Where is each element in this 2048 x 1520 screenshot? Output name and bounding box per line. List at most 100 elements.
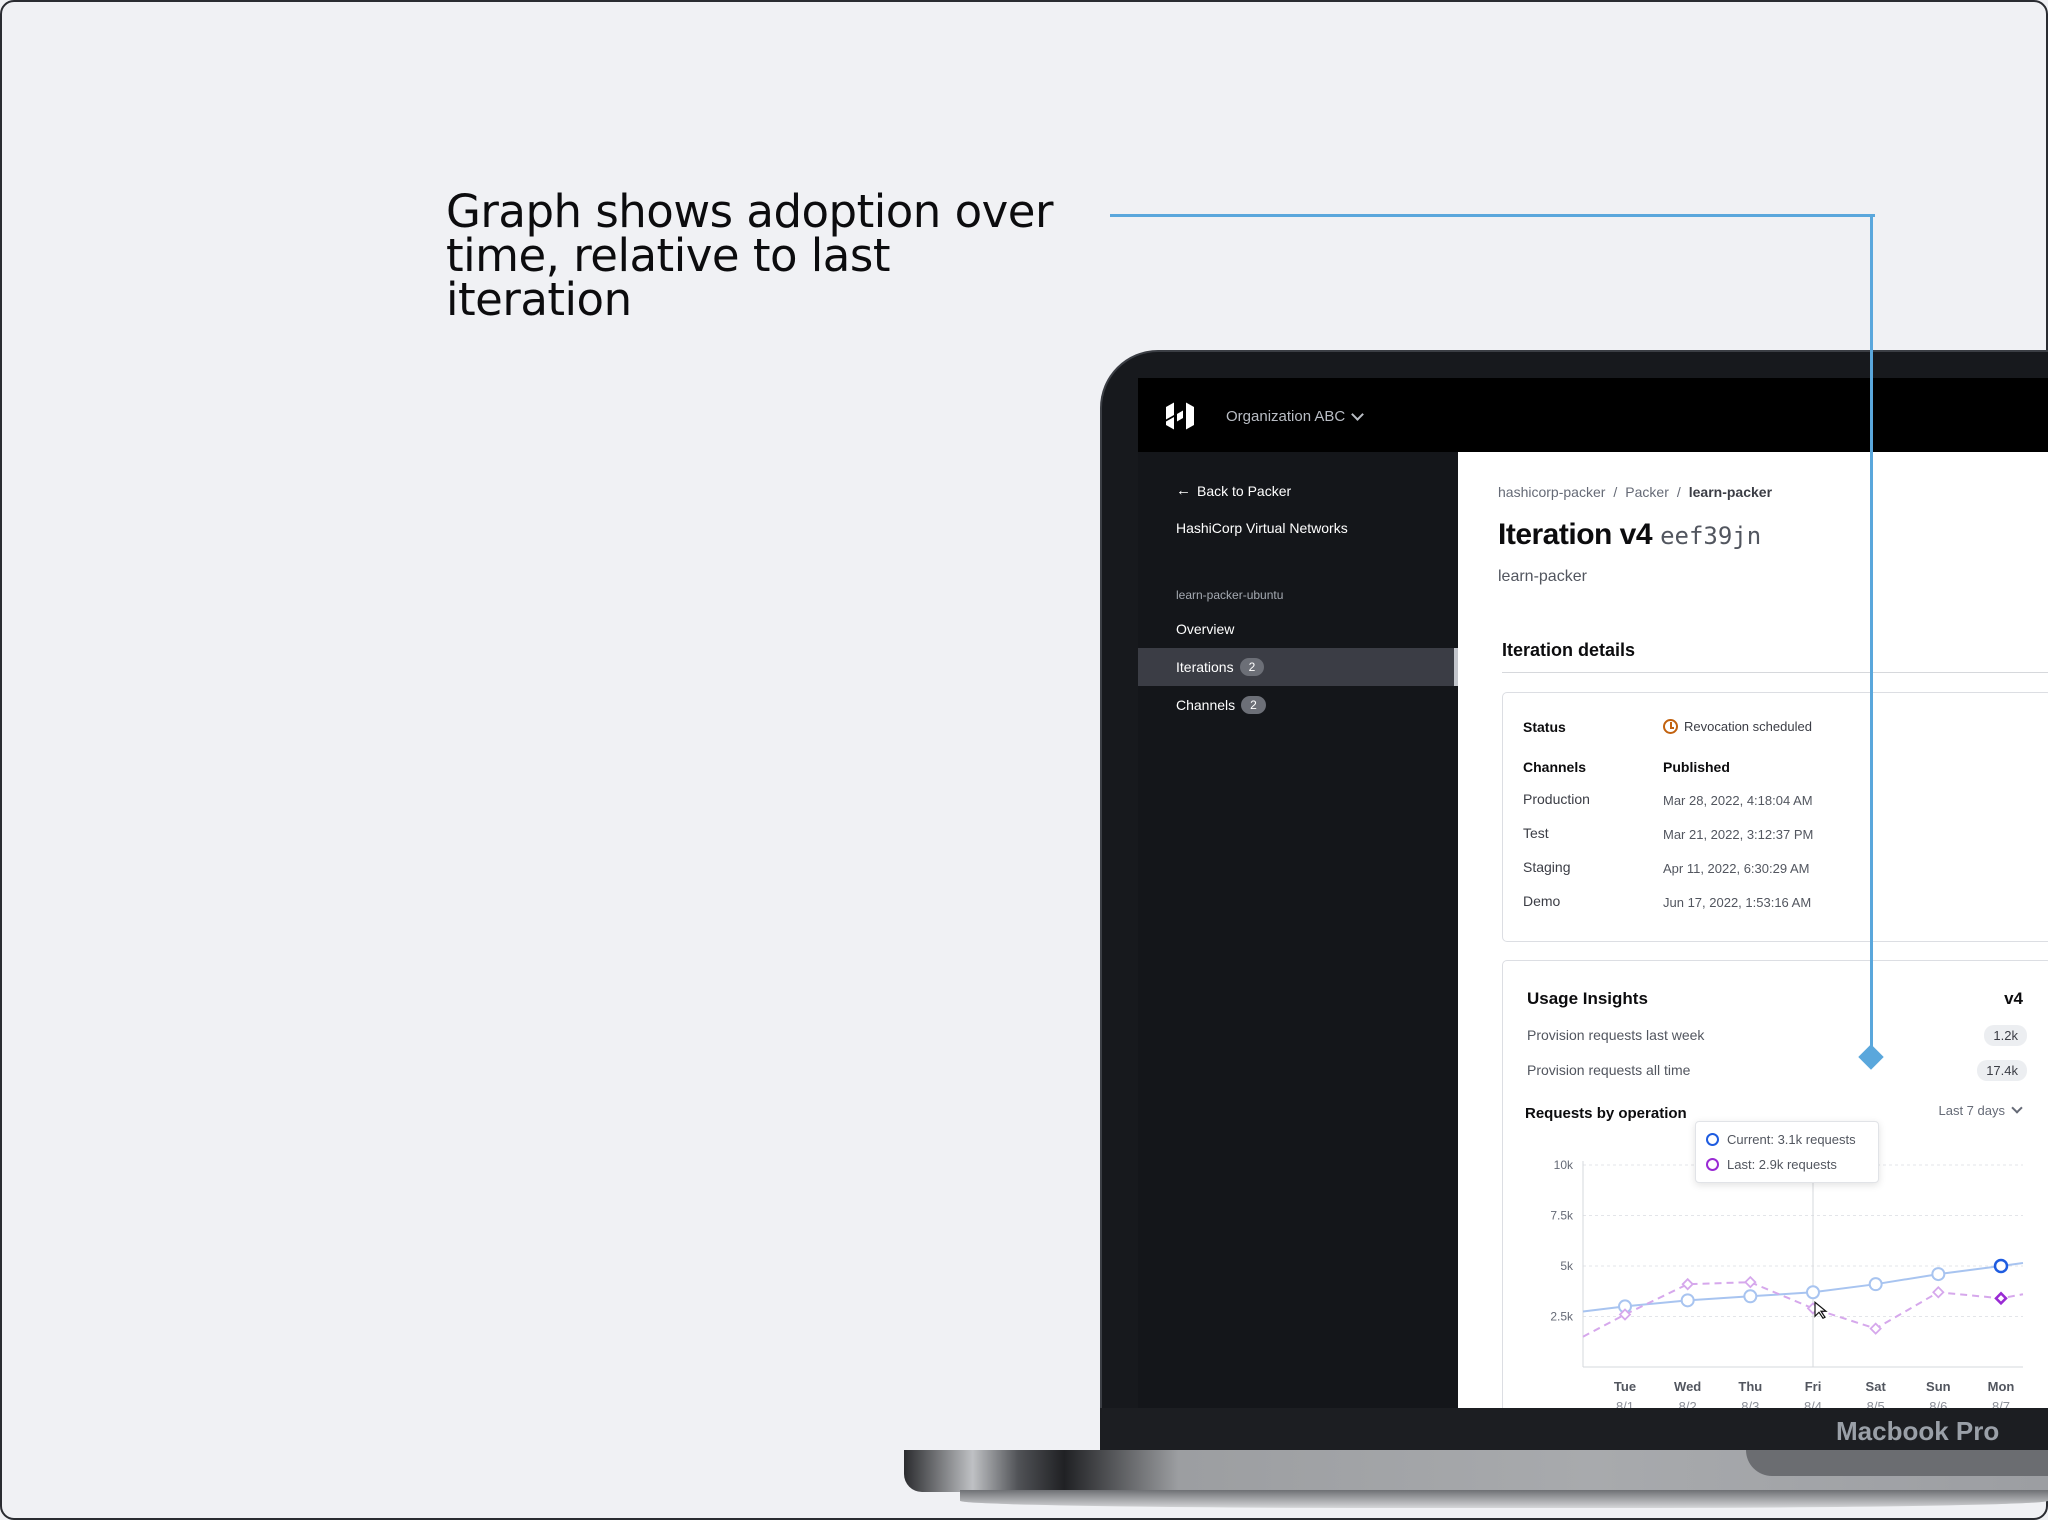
device-brand: Macbook Pro <box>1836 1416 2000 1446</box>
x-tick-label: Thu <box>1738 1379 1762 1394</box>
back-label: Back to Packer <box>1197 482 1292 499</box>
clock-icon <box>1663 719 1678 734</box>
data-point-last <box>1744 1275 1757 1289</box>
usage-row-value: 17.4k <box>1977 1060 2027 1081</box>
status-badge: Revocation scheduled <box>1663 719 1812 734</box>
caption: Graph shows adoption over time, relative… <box>446 185 1066 326</box>
tooltip-last: Last: 2.9k requests <box>1727 1157 1837 1172</box>
iteration-hash: eef39jn <box>1660 522 1762 550</box>
current-dot-icon <box>1706 1133 1719 1146</box>
data-point-current <box>1931 1267 1946 1282</box>
tooltip-current: Current: 3.1k requests <box>1727 1132 1856 1147</box>
data-point-last <box>1681 1277 1694 1291</box>
sidebar: ← Back to Packer HashiCorp Virtual Netwo… <box>1138 452 1458 1408</box>
laptop-base-shadow <box>960 1490 2048 1508</box>
tooltip-row-current: Current: 3.1k requests <box>1706 1132 1856 1147</box>
usage-insights-card: Usage Insights v4 Provision requests las… <box>1502 960 2048 1408</box>
callout-line-vertical <box>1870 214 1873 1056</box>
usage-row-label: Provision requests last week <box>1527 1027 1705 1043</box>
chevron-down-icon <box>1351 407 1365 421</box>
laptop-screen: Organization ABC ← Back to Packer HashiC… <box>1138 378 2048 1408</box>
data-point-current <box>1868 1277 1883 1292</box>
x-tick-sublabel: 8/2 <box>1679 1399 1697 1408</box>
y-tick-label: 5k <box>1560 1259 1574 1273</box>
chevron-down-icon <box>2011 1102 2023 1114</box>
x-tick-label: Sun <box>1926 1379 1951 1394</box>
count-badge: 2 <box>1241 696 1266 714</box>
channels-label: Channels <box>1523 759 1587 775</box>
sidebar-item-label: Iterations <box>1176 659 1234 675</box>
breadcrumb-current: learn-packer <box>1688 484 1773 500</box>
x-tick-label: Sat <box>1866 1379 1887 1394</box>
usage-row-value: 1.2k <box>1984 1025 2027 1046</box>
x-tick-sublabel: 8/6 <box>1929 1399 1947 1408</box>
data-point-current <box>1680 1293 1695 1308</box>
channel-name: Demo <box>1523 893 1561 909</box>
sidebar-item-overview[interactable]: Overview <box>1138 610 1458 648</box>
section-title: Iteration details <box>1502 640 1636 660</box>
x-tick-label: Tue <box>1614 1379 1636 1394</box>
iteration-details-card: Status Revocation scheduled Channels Pub… <box>1502 692 2048 942</box>
page-title: Iteration v4 eef39jn <box>1498 518 1761 552</box>
org-name: Organization ABC <box>1226 408 1346 425</box>
data-point-current <box>1806 1285 1820 1300</box>
series-line-current <box>1582 1261 2024 1313</box>
breadcrumb-separator: / <box>1613 484 1618 500</box>
range-label: Last 7 days <box>1938 1103 2006 1118</box>
sidebar-item-label: Channels <box>1176 697 1236 713</box>
last-dot-icon <box>1706 1158 1719 1171</box>
channel-published: Jun 17, 2022, 1:53:16 AM <box>1663 895 1812 910</box>
channel-published: Apr 11, 2022, 6:30:29 AM <box>1663 861 1810 876</box>
back-to-packer-link[interactable]: ← Back to Packer <box>1176 482 1291 499</box>
data-point-last <box>1932 1285 1945 1299</box>
breadcrumb: hashicorp-packer / Packer / learn-packer <box>1498 484 1772 500</box>
channel-name: Production <box>1523 791 1590 807</box>
x-tick-sublabel: 8/3 <box>1741 1399 1759 1408</box>
section-divider <box>1502 672 2048 673</box>
hashicorp-logo-icon[interactable] <box>1162 398 1198 434</box>
org-switcher[interactable]: Organization ABC <box>1226 407 1365 425</box>
data-point-last <box>1994 1291 2008 1306</box>
channel-name: Test <box>1523 825 1549 841</box>
main-content: hashicorp-packer / Packer / learn-packer… <box>1458 452 2048 1408</box>
count-badge: 2 <box>1239 658 1265 676</box>
x-tick-sublabel: 8/7 <box>1992 1399 2010 1408</box>
x-tick-label: Mon <box>1988 1379 2015 1394</box>
chart-tooltip: Current: 3.1k requests Last: 2.9k reques… <box>1695 1121 1879 1183</box>
x-tick-sublabel: 8/4 <box>1804 1399 1822 1408</box>
chart-label: Requests by operation <box>1525 1105 1687 1122</box>
x-tick-sublabel: 8/1 <box>1616 1399 1634 1408</box>
breadcrumb-item[interactable]: hashicorp-packer <box>1498 484 1605 500</box>
published-label: Published <box>1663 759 1730 775</box>
sidebar-item-label: Overview <box>1176 621 1235 637</box>
top-bar: Organization ABC <box>1138 378 2048 452</box>
tooltip-row-last: Last: 2.9k requests <box>1706 1157 1837 1172</box>
project-name[interactable]: HashiCorp Virtual Networks <box>1176 520 1348 536</box>
usage-version: v4 <box>2004 989 2023 1008</box>
cursor-icon <box>1814 1300 1828 1320</box>
status-label: Status <box>1523 719 1566 735</box>
channel-published: Mar 28, 2022, 4:18:04 AM <box>1663 793 1813 808</box>
range-dropdown[interactable]: Last 7 days <box>1938 1102 2023 1118</box>
callout-line-horizontal <box>1110 214 1875 217</box>
sidebar-item-channels[interactable]: Channels 2 <box>1138 686 1458 724</box>
series-line-last <box>1582 1281 2024 1338</box>
y-tick-label: 2.5k <box>1550 1310 1574 1324</box>
sidebar-item-iterations[interactable]: Iterations 2 <box>1138 648 1458 686</box>
iteration-title: Iteration v4 <box>1498 518 1653 551</box>
data-point-current <box>1993 1258 2009 1274</box>
x-tick-label: Wed <box>1674 1379 1701 1394</box>
data-point-last <box>1869 1322 1882 1335</box>
y-tick-label: 10k <box>1554 1158 1574 1172</box>
laptop-notch <box>1746 1450 2048 1476</box>
usage-title: Usage Insights <box>1527 989 1648 1008</box>
breadcrumb-item[interactable]: Packer <box>1625 484 1669 500</box>
x-tick-label: Fri <box>1805 1379 1822 1394</box>
y-tick-label: 7.5k <box>1550 1209 1574 1223</box>
x-tick-sublabel: 8/5 <box>1867 1399 1885 1408</box>
caption-line-2: time, relative to last iteration <box>446 229 890 326</box>
caption-line-1: Graph shows adoption over <box>446 185 1053 238</box>
data-point-current <box>1743 1289 1758 1304</box>
sidebar-section-label: learn-packer-ubuntu <box>1176 588 1284 602</box>
channel-name: Staging <box>1523 859 1571 875</box>
